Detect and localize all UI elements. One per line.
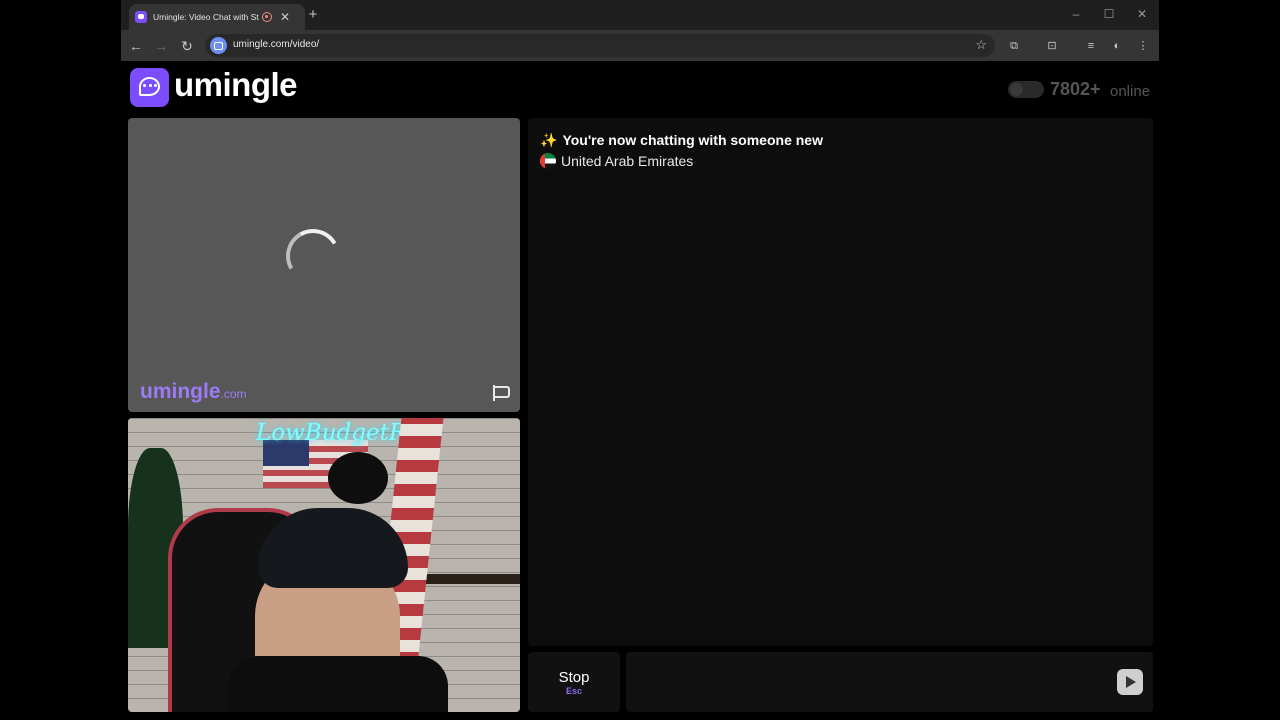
- tab-title: Umingle: Video Chat with Strangers: [153, 12, 259, 22]
- tab-umingle[interactable]: Umingle: Video Chat with Strangers ✕: [129, 4, 305, 30]
- browser-window: Umingle: Video Chat with Strangers ✕ + –…: [121, 0, 1159, 720]
- message-box: [626, 652, 1153, 712]
- logo-text[interactable]: umingle: [174, 66, 298, 104]
- stranger-country: United Arab Emirates: [540, 153, 693, 169]
- shelf: [420, 574, 520, 584]
- close-window-icon[interactable]: ✕: [1132, 6, 1152, 22]
- chat-panel: ✨ You're now chatting with someone new Un…: [528, 118, 1153, 646]
- message-input[interactable]: [626, 652, 1106, 712]
- watermark-suffix: .com: [220, 387, 247, 401]
- close-tab-icon[interactable]: ✕: [280, 11, 290, 23]
- logo-icon[interactable]: [130, 68, 169, 107]
- person-shirt: [228, 656, 448, 712]
- new-tab-button[interactable]: +: [303, 6, 323, 24]
- maximize-icon[interactable]: ☐: [1099, 6, 1119, 22]
- address-bar[interactable]: umingle.com/video/ ☆: [205, 34, 995, 57]
- online-toggle[interactable]: [1008, 81, 1044, 98]
- self-video: LowBudgetRS: [128, 418, 520, 712]
- profile-icon[interactable]: ◐: [1109, 38, 1125, 54]
- forward-button[interactable]: →: [152, 37, 170, 55]
- tab-strip: Umingle: Video Chat with Strangers ✕ + –…: [121, 0, 1159, 30]
- country-name: United Arab Emirates: [561, 153, 694, 169]
- watermark-text: umingle: [140, 380, 221, 403]
- page-content: umingle 7802+ online umingle.com LowBudg…: [121, 61, 1159, 720]
- spider-decoration: [328, 452, 388, 504]
- recording-icon: [262, 12, 272, 22]
- tab-search-icon[interactable]: ⊡: [1044, 38, 1060, 54]
- neon-sign: LowBudgetRS: [256, 420, 422, 446]
- system-message-text: You're now chatting with someone new: [562, 132, 823, 148]
- site-info-icon[interactable]: [210, 37, 227, 54]
- back-button[interactable]: ←: [127, 37, 145, 55]
- report-flag-icon[interactable]: [491, 384, 511, 402]
- umingle-favicon-icon: [135, 11, 147, 23]
- system-message: ✨ You're now chatting with someone new: [540, 132, 823, 149]
- stop-label: Stop: [558, 669, 590, 686]
- media-control-icon[interactable]: ≡: [1083, 38, 1099, 54]
- video-watermark: umingle.com: [140, 380, 247, 404]
- menu-icon[interactable]: ⋮: [1135, 38, 1151, 54]
- stop-shortcut: Esc: [565, 686, 582, 696]
- url-text[interactable]: umingle.com/video/: [233, 39, 319, 50]
- online-label: online: [1110, 83, 1151, 100]
- loading-spinner-icon: [279, 222, 347, 290]
- bookmark-star-icon[interactable]: ☆: [975, 37, 987, 53]
- online-count: 7802+: [1050, 79, 1101, 99]
- browser-toolbar: ← → ↻ umingle.com/video/ ☆ ⧉ ⊡ ≡ ◐ ⋮: [121, 30, 1159, 61]
- stranger-video: umingle.com: [128, 118, 520, 412]
- stop-button[interactable]: Stop Esc: [528, 652, 620, 712]
- reload-button[interactable]: ↻: [178, 37, 196, 55]
- sparkle-icon: ✨: [540, 132, 558, 148]
- uae-flag-icon: [540, 153, 556, 169]
- send-icon[interactable]: [1117, 669, 1143, 695]
- extensions-icon[interactable]: ⧉: [1006, 38, 1022, 54]
- minimize-icon[interactable]: –: [1066, 6, 1086, 22]
